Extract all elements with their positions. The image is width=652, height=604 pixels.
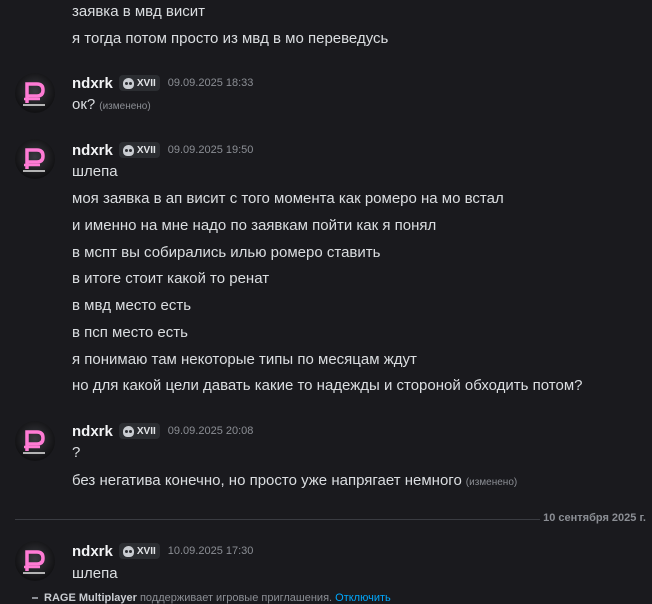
message-line: и именно на мне надо по заявкам пойти ка… <box>72 217 437 234</box>
guild-tag-badge[interactable]: XVII <box>118 142 160 158</box>
system-notice-app[interactable]: RAGE Multiplayer <box>44 592 137 604</box>
message-header: ndxrk XVII 09.09.2025 20:08 <box>72 421 253 441</box>
skull-icon <box>122 425 134 437</box>
arrow-icon <box>32 597 38 600</box>
guild-tag-badge[interactable]: XVII <box>118 423 160 439</box>
avatar[interactable] <box>15 421 55 461</box>
message-line: шлепа <box>72 565 118 582</box>
skull-icon <box>122 545 134 557</box>
message-line: в мвд место есть <box>72 297 192 314</box>
message-header: ndxrk XVII 09.09.2025 19:50 <box>72 140 253 160</box>
message-line: без негатива конечно, но просто уже напр… <box>72 471 517 493</box>
message-line: заявка в мвд висит <box>72 3 205 20</box>
message-line: шлепа <box>72 163 118 180</box>
message-line: ? <box>72 444 81 461</box>
disable-link[interactable]: Отключить <box>335 592 391 604</box>
edited-label: (изменено) <box>465 477 518 488</box>
message-line: моя заявка в ап висит с того момента как… <box>72 190 504 207</box>
message-line: я тогда потом просто из мвд в мо перевед… <box>72 30 389 47</box>
message-line: я понимаю там некоторые типы по месяцам … <box>72 351 417 368</box>
guild-tag-badge[interactable]: XVII <box>118 543 160 559</box>
skull-icon <box>122 77 134 89</box>
message-text: ок? <box>72 96 96 113</box>
message-line: в мспт вы собирались илью ромеро ставить <box>72 244 381 261</box>
message-header: ndxrk XVII 10.09.2025 17:30 <box>72 541 253 561</box>
skull-icon <box>122 144 134 156</box>
author-name[interactable]: ndxrk <box>72 75 113 92</box>
author-name[interactable]: ndxrk <box>72 423 113 440</box>
guild-tag-label: XVII <box>136 545 156 557</box>
date-divider-label: 10 сентября 2025 г. <box>543 512 646 524</box>
message-line: в псп место есть <box>72 324 188 341</box>
avatar[interactable] <box>15 73 55 113</box>
guild-tag-label: XVII <box>136 425 156 437</box>
message-timestamp: 09.09.2025 19:50 <box>167 144 254 156</box>
author-name[interactable]: ndxrk <box>72 142 113 159</box>
avatar-logo-icon <box>23 148 45 172</box>
date-divider-line <box>15 519 540 520</box>
message-line: ок? (изменено) <box>72 95 151 117</box>
guild-tag-label: XVII <box>136 144 156 156</box>
edited-label: (изменено) <box>99 101 151 112</box>
avatar-logo-icon <box>23 430 45 454</box>
avatar-logo-icon <box>23 550 45 574</box>
message-timestamp: 09.09.2025 20:08 <box>167 425 254 437</box>
message-text: без негатива конечно, но просто уже напр… <box>72 472 462 489</box>
message-timestamp: 10.09.2025 17:30 <box>167 545 254 557</box>
avatar[interactable] <box>15 541 55 581</box>
guild-tag-label: XVII <box>136 77 156 89</box>
author-name[interactable]: ndxrk <box>72 543 113 560</box>
chat-message-list: заявка в мвд висит я тогда потом просто … <box>0 0 652 604</box>
message-line: в итоге стоит какой то ренат <box>72 270 270 287</box>
system-notice: RAGE Multiplayer поддерживает игровые пр… <box>32 592 391 604</box>
message-timestamp: 09.09.2025 18:33 <box>167 77 254 89</box>
avatar-logo-icon <box>23 82 45 106</box>
guild-tag-badge[interactable]: XVII <box>118 75 160 91</box>
message-header: ndxrk XVII 09.09.2025 18:33 <box>72 73 253 93</box>
system-notice-text: поддерживает игровые приглашения. <box>139 592 333 604</box>
avatar[interactable] <box>15 139 55 179</box>
message-line: но для какой цели давать какие то надежд… <box>72 377 583 394</box>
